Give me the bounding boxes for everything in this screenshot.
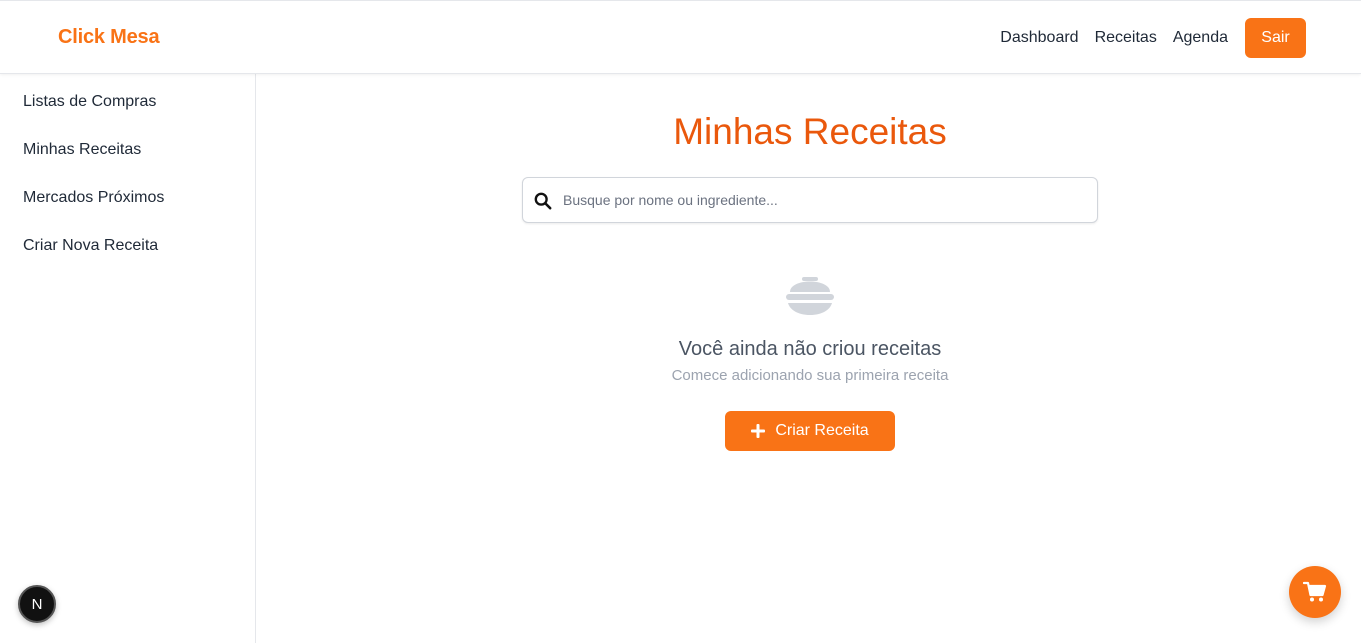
cart-fab-button[interactable]	[1289, 566, 1341, 618]
create-recipe-button[interactable]: Criar Receita	[725, 411, 895, 451]
top-navbar: Click Mesa Dashboard Receitas Agenda Sai…	[0, 0, 1361, 74]
empty-state-title: Você ainda não criou receitas	[678, 338, 942, 360]
search-icon	[534, 192, 552, 210]
plus-icon	[751, 424, 766, 438]
sidebar-item-criar-nova-receita[interactable]: Criar Nova Receita	[23, 237, 158, 255]
sidebar-item-mercados-proximos[interactable]: Mercados Próximos	[23, 189, 164, 207]
bowl-icon	[786, 277, 834, 315]
create-recipe-label: Criar Receita	[775, 422, 869, 439]
nav-link-dashboard[interactable]: Dashboard	[1000, 18, 1078, 58]
nav-link-agenda[interactable]: Agenda	[1173, 18, 1228, 58]
dev-tools-badge[interactable]: N	[18, 585, 56, 623]
app-logo[interactable]: Click Mesa	[58, 26, 160, 49]
logout-button[interactable]: Sair	[1245, 18, 1306, 58]
empty-state-subtitle: Comece adicionando sua primeira receita	[671, 367, 949, 384]
cart-icon	[1303, 581, 1327, 602]
page-title: Minhas Receitas	[673, 111, 947, 152]
sidebar-item-minhas-receitas[interactable]: Minhas Receitas	[23, 141, 141, 159]
search-box[interactable]	[522, 177, 1098, 223]
search-input[interactable]	[563, 178, 1093, 222]
main-content: Minhas Receitas Você ainda não criou rec…	[256, 74, 1361, 643]
nav-link-receitas[interactable]: Receitas	[1095, 18, 1157, 58]
main-nav: Dashboard Receitas Agenda Sair	[1000, 18, 1306, 58]
dev-tools-letter: N	[31, 595, 43, 613]
sidebar: Listas de Compras Minhas Receitas Mercad…	[0, 74, 256, 643]
sidebar-item-listas-de-compras[interactable]: Listas de Compras	[23, 93, 156, 111]
